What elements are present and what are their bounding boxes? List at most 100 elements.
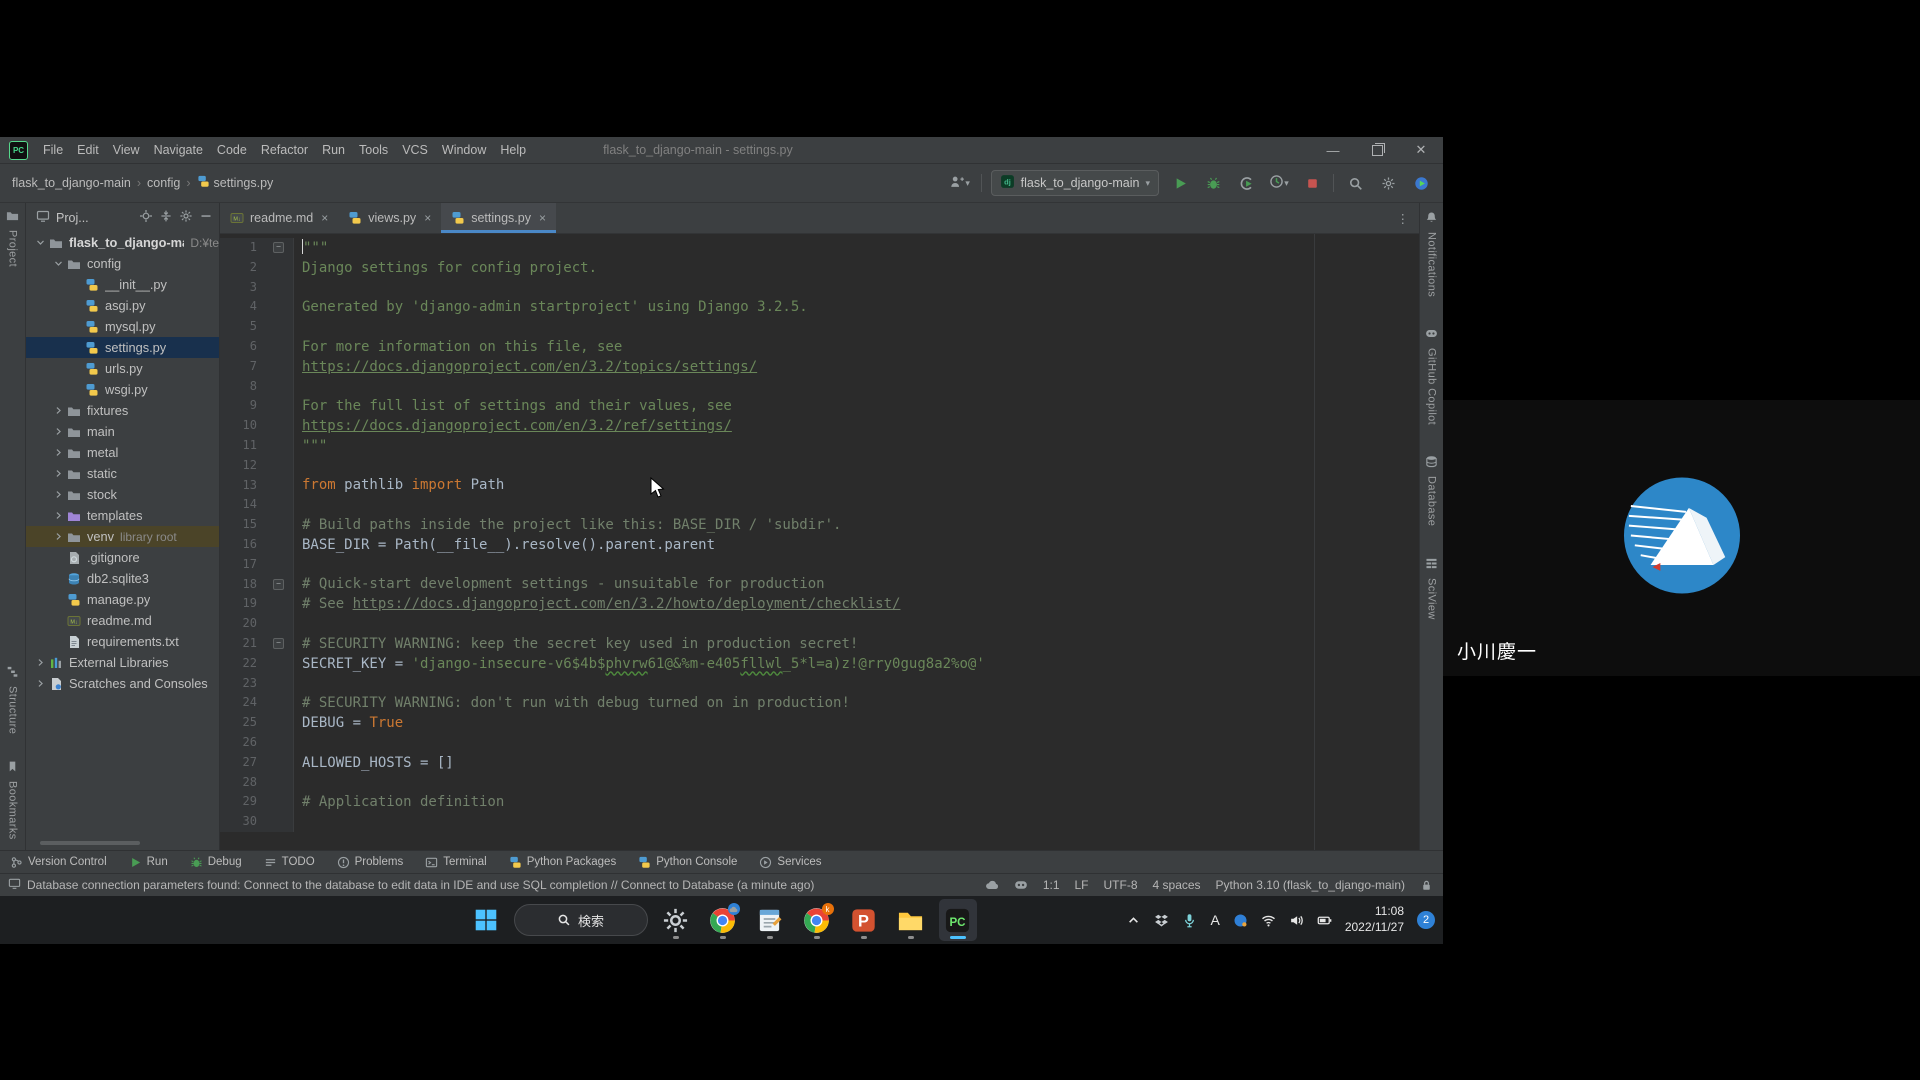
- tree-item-readme-md[interactable]: M↓readme.md: [26, 610, 219, 631]
- menu-help[interactable]: Help: [493, 137, 533, 163]
- tree-item-venv[interactable]: venvlibrary root: [26, 526, 219, 547]
- tree-item--init-py[interactable]: __init__.py: [26, 274, 219, 295]
- tool-stripe-github-copilot[interactable]: GitHub Copilot: [1425, 327, 1438, 425]
- tree-item-settings-py[interactable]: settings.py: [26, 337, 219, 358]
- tool-window-terminal[interactable]: Terminal: [425, 856, 486, 869]
- tree-item-main[interactable]: main: [26, 421, 219, 442]
- settings-button[interactable]: [1376, 171, 1400, 195]
- status-item[interactable]: 1:1: [1043, 878, 1060, 892]
- notification-count-badge[interactable]: 2: [1417, 911, 1435, 929]
- select-opened-file-icon[interactable]: [139, 209, 153, 226]
- tool-window-version-control[interactable]: Version Control: [10, 856, 107, 869]
- tray-dropbox[interactable]: [1154, 913, 1169, 928]
- tray-hidden-icons-chevron[interactable]: [1126, 913, 1141, 928]
- tree-item-static[interactable]: static: [26, 463, 219, 484]
- tool-window-python-packages[interactable]: Python Packages: [509, 856, 617, 869]
- chevron-right-icon[interactable]: [50, 405, 66, 416]
- chevron-down-icon[interactable]: [50, 258, 66, 269]
- tool-window-services[interactable]: Services: [759, 856, 821, 869]
- chevron-right-icon[interactable]: [32, 657, 48, 668]
- tree-item-external-libraries[interactable]: External Libraries: [26, 652, 219, 673]
- participant-video-tile[interactable]: 小川慶一: [1443, 400, 1920, 676]
- taskbar-powerpoint-app[interactable]: P: [845, 899, 883, 941]
- run-configuration-select[interactable]: dj flask_to_django-main ▾: [991, 170, 1159, 196]
- tree-item-flask-to-django-main[interactable]: flask_to_django-mainD:¥te: [26, 232, 219, 253]
- status-item[interactable]: 4 spaces: [1153, 878, 1201, 892]
- tool-stripe-sciview[interactable]: SciView: [1425, 557, 1438, 620]
- horizontal-scrollbar[interactable]: [40, 841, 140, 845]
- code-with-me-button[interactable]: [1409, 171, 1433, 195]
- tree-item-templates[interactable]: templates: [26, 505, 219, 526]
- chevron-right-icon[interactable]: [50, 531, 66, 542]
- tool-stripe-database[interactable]: Database: [1425, 455, 1438, 526]
- debug-button[interactable]: [1201, 171, 1225, 195]
- tree-item-fixtures[interactable]: fixtures: [26, 400, 219, 421]
- chevron-right-icon[interactable]: [50, 468, 66, 479]
- tray-microphone[interactable]: [1182, 913, 1197, 928]
- tool-window-problems[interactable]: Problems: [337, 856, 404, 869]
- fold-marker[interactable]: −: [264, 238, 294, 258]
- breadcrumb-item[interactable]: flask_to_django-main: [12, 176, 131, 190]
- hide-panel-icon[interactable]: [199, 209, 213, 226]
- status-item[interactable]: Python 3.10 (flask_to_django-main): [1216, 878, 1405, 892]
- chevron-right-icon[interactable]: [50, 447, 66, 458]
- close-tab-icon[interactable]: ×: [424, 211, 431, 225]
- taskbar-notepad-app[interactable]: [751, 899, 789, 941]
- run-button[interactable]: [1168, 171, 1192, 195]
- taskbar-pycharm-app[interactable]: PC: [939, 899, 977, 941]
- vcs-widget-button[interactable]: ▾: [948, 171, 972, 195]
- more-tabs-icon[interactable]: ⋮: [1387, 203, 1420, 233]
- tray-ime-a[interactable]: A: [1210, 912, 1219, 928]
- chevron-down-icon[interactable]: [32, 237, 48, 248]
- chevron-right-icon[interactable]: [32, 678, 48, 689]
- tree-item-scratches-and-consoles[interactable]: Scratches and Consoles: [26, 673, 219, 694]
- tree-item-asgi-py[interactable]: asgi.py: [26, 295, 219, 316]
- tree-item-manage-py[interactable]: manage.py: [26, 589, 219, 610]
- status-message[interactable]: Database connection parameters found: Co…: [27, 878, 814, 892]
- status-item[interactable]: LF: [1075, 878, 1089, 892]
- collapse-all-icon[interactable]: [159, 209, 173, 226]
- menu-edit[interactable]: Edit: [70, 137, 106, 163]
- tray-volume[interactable]: [1289, 913, 1304, 928]
- profiler-button[interactable]: ▾: [1267, 171, 1291, 195]
- tool-windows-icon[interactable]: [8, 877, 21, 893]
- search-everywhere-button[interactable]: [1343, 171, 1367, 195]
- tree-item-metal[interactable]: metal: [26, 442, 219, 463]
- chevron-right-icon[interactable]: [50, 489, 66, 500]
- taskbar-chrome-profile-2[interactable]: k: [798, 899, 836, 941]
- menu-vcs[interactable]: VCS: [395, 137, 435, 163]
- chevron-right-icon[interactable]: [50, 426, 66, 437]
- menu-view[interactable]: View: [106, 137, 147, 163]
- tool-stripe-structure[interactable]: Structure: [6, 665, 19, 734]
- menu-file[interactable]: File: [36, 137, 70, 163]
- tree-item-db2-sqlite3[interactable]: db2.sqlite3: [26, 568, 219, 589]
- close-tab-icon[interactable]: ×: [321, 211, 328, 225]
- tab-readme-md[interactable]: M↓readme.md×: [220, 203, 338, 233]
- coverage-button[interactable]: [1234, 171, 1258, 195]
- close-tab-icon[interactable]: ×: [539, 211, 546, 225]
- breadcrumb-item[interactable]: settings.py: [214, 176, 274, 190]
- tool-window-debug[interactable]: Debug: [190, 856, 242, 869]
- breadcrumb-item[interactable]: config: [147, 176, 180, 190]
- tool-stripe-project[interactable]: Project: [6, 209, 19, 267]
- tray-battery[interactable]: [1317, 913, 1332, 928]
- taskbar-clock[interactable]: 11:082022/11/27: [1345, 904, 1404, 935]
- tree-item-urls-py[interactable]: urls.py: [26, 358, 219, 379]
- tool-stripe-notifications[interactable]: Notifications: [1425, 211, 1438, 297]
- menu-tools[interactable]: Tools: [352, 137, 395, 163]
- tree-item-requirements-txt[interactable]: requirements.txt: [26, 631, 219, 652]
- tool-window-python-console[interactable]: Python Console: [638, 856, 737, 869]
- taskbar-chrome-profile-1[interactable]: [704, 899, 742, 941]
- tree-item-config[interactable]: config: [26, 253, 219, 274]
- taskbar-file-explorer[interactable]: [892, 899, 930, 941]
- tree-item-wsgi-py[interactable]: wsgi.py: [26, 379, 219, 400]
- chevron-right-icon[interactable]: [50, 510, 66, 521]
- start-button[interactable]: [467, 899, 505, 941]
- tab-views-py[interactable]: views.py×: [338, 203, 441, 233]
- taskbar-settings-app[interactable]: [657, 899, 695, 941]
- tray-user-presence[interactable]: [1233, 913, 1248, 928]
- taskbar-search[interactable]: 検索: [514, 904, 648, 936]
- close-button[interactable]: ✕: [1399, 137, 1443, 163]
- minimize-button[interactable]: —: [1311, 137, 1355, 163]
- panel-options-gear-icon[interactable]: [179, 209, 193, 226]
